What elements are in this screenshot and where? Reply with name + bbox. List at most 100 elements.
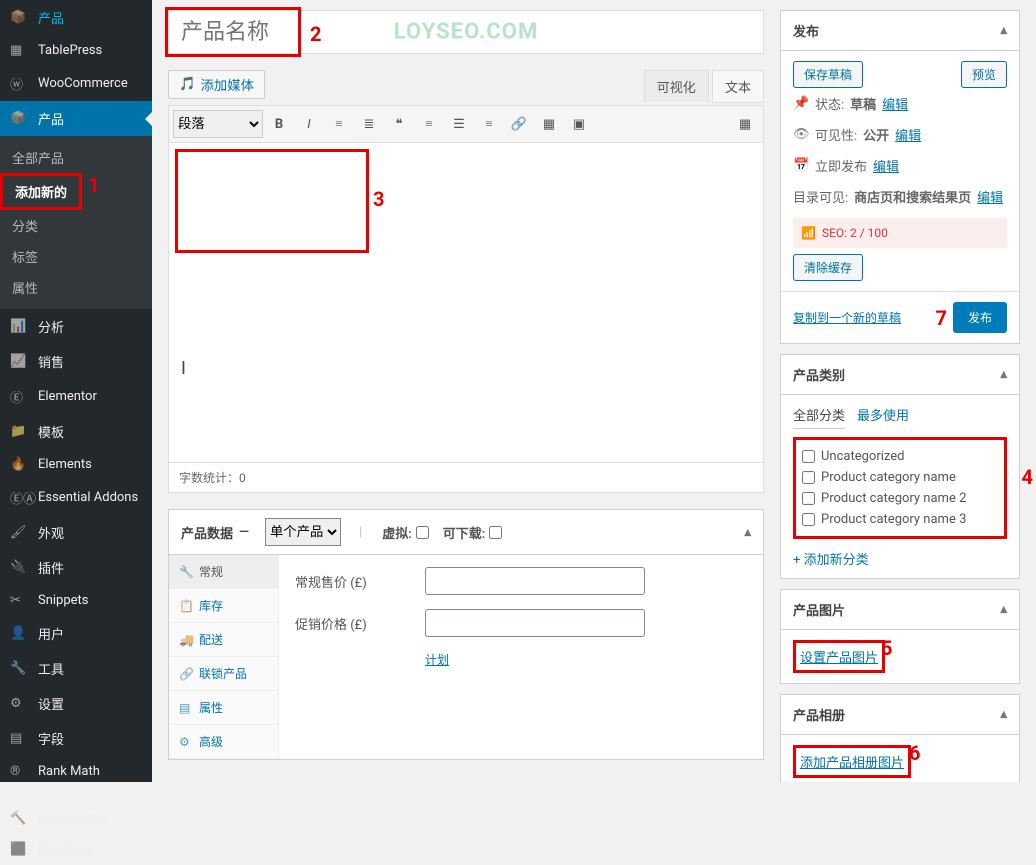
edit-catalog-link[interactable]: 编辑 <box>977 187 1003 206</box>
product-type-select[interactable]: 单个产品 <box>265 518 341 546</box>
menu-plugins[interactable]: 🔌插件 <box>0 550 152 585</box>
product-data-title: 产品数据 <box>181 523 233 542</box>
virtual-checkbox[interactable] <box>416 526 429 539</box>
regular-price-input[interactable] <box>425 567 645 595</box>
italic-button[interactable]: I <box>295 110 323 138</box>
menu-rankmath[interactable]: ®Rank Math <box>0 756 152 787</box>
clear-cache-button[interactable]: 清除缓存 <box>793 254 863 281</box>
menu-snippets[interactable]: ✂Snippets <box>0 585 152 616</box>
menu-blackhole[interactable]: ⬛Blackhole <box>0 834 152 865</box>
menu-templates[interactable]: 📁模板 <box>0 414 152 449</box>
annotation-3: 3 <box>373 187 384 211</box>
edit-visibility-link[interactable]: 编辑 <box>895 125 921 144</box>
menu-tools[interactable]: 🔧工具 <box>0 651 152 686</box>
chevron-up-icon[interactable]: ▴ <box>1000 602 1007 617</box>
more-button[interactable]: ▦ <box>535 110 563 138</box>
menu-products-top[interactable]: 📦产品 <box>0 0 152 35</box>
submenu-add-new[interactable]: 添加新的 <box>0 173 82 210</box>
format-select[interactable]: 段落 <box>173 110 263 138</box>
signal-icon: 📶 <box>801 226 816 240</box>
cat-tab-all[interactable]: 全部分类 <box>793 405 845 429</box>
annotation-1: 1 <box>88 173 99 197</box>
edit-date-link[interactable]: 编辑 <box>873 156 899 175</box>
product-image-title: 产品图片 <box>793 600 845 619</box>
tab-text[interactable]: 文本 <box>712 70 764 103</box>
bold-button[interactable]: B <box>265 110 293 138</box>
text-cursor-icon: I <box>181 358 186 379</box>
gear-icon: ⚙ <box>10 696 30 711</box>
submenu-attributes[interactable]: 属性 <box>0 272 152 303</box>
submenu-tags[interactable]: 标签 <box>0 241 152 272</box>
category-list: Uncategorized Product category name Prod… <box>793 437 1007 539</box>
menu-essential-addons[interactable]: ⒺⒶEssential Addons <box>0 480 152 515</box>
cat-tab-most[interactable]: 最多使用 <box>857 405 909 429</box>
product-gallery-widget: 产品相册▴ 添加产品相册图片 6 <box>780 694 1020 782</box>
copy-draft-link[interactable]: 复制到一个新的草稿 <box>793 309 901 326</box>
kitchen-sink-button[interactable]: ▦ <box>731 110 759 138</box>
add-category-link[interactable]: + 添加新分类 <box>793 549 869 568</box>
add-gallery-image-link[interactable]: 添加产品相册图片 <box>793 745 911 778</box>
menu-users[interactable]: 👤用户 <box>0 616 152 651</box>
fullscreen-button[interactable]: ▣ <box>565 110 593 138</box>
regular-price-label: 常规售价 (£) <box>295 572 425 591</box>
menu-analytics[interactable]: 📊分析 <box>0 309 152 344</box>
ol-button[interactable]: ≣ <box>355 110 383 138</box>
ul-button[interactable]: ≡ <box>325 110 353 138</box>
plug-icon: 🔌 <box>10 560 30 575</box>
align-left-button[interactable]: ≡ <box>415 110 443 138</box>
edit-status-link[interactable]: 编辑 <box>882 94 908 113</box>
chevron-up-icon[interactable]: ▴ <box>1000 23 1007 38</box>
fire-icon: 🔥 <box>10 457 30 472</box>
wrench-icon: 🔧 <box>179 565 193 579</box>
tab-visual[interactable]: 可视化 <box>644 70 709 103</box>
menu-tablepress[interactable]: ▦TablePress <box>0 35 152 66</box>
gallery-title: 产品相册 <box>793 705 845 724</box>
cat-item-2[interactable]: Product category name 2 <box>802 488 998 509</box>
publish-widget: 发布▴ 保存草稿 预览 📌状态: 草稿 编辑 👁可见性: 公开 编辑 📅立即发布… <box>780 10 1020 344</box>
link-button[interactable]: 🔗 <box>505 110 533 138</box>
menu-banhammer[interactable]: 🔨Banhammer <box>0 803 152 834</box>
cat-item-1[interactable]: Product category name <box>802 467 998 488</box>
pd-tab-linked[interactable]: 🔗联锁产品 <box>169 657 278 691</box>
virtual-checkbox-label[interactable]: 虚拟: <box>382 523 429 542</box>
pd-tab-attributes[interactable]: ▤属性 <box>169 691 278 725</box>
set-product-image-link[interactable]: 设置产品图片 <box>793 640 885 673</box>
menu-appearance[interactable]: 🖌外观 <box>0 515 152 550</box>
admin-sidebar: 📦产品 ▦TablePress ⓦWooCommerce 📦产品 全部产品 添加… <box>0 0 152 782</box>
categories-title: 产品类别 <box>793 365 845 384</box>
eye-icon: 👁 <box>793 127 809 142</box>
menu-woocommerce[interactable]: ⓦWooCommerce <box>0 66 152 101</box>
submenu-categories[interactable]: 分类 <box>0 210 152 241</box>
add-media-button[interactable]: 🎵添加媒体 <box>168 70 265 99</box>
pd-tab-general[interactable]: 🔧常规 <box>169 555 278 589</box>
downloadable-checkbox-label[interactable]: 可下载: <box>443 523 503 542</box>
pd-tab-shipping[interactable]: 🚚配送 <box>169 623 278 657</box>
sale-price-input[interactable] <box>425 609 645 637</box>
chevron-up-icon[interactable]: ▴ <box>1000 707 1007 722</box>
menu-products[interactable]: 📦产品 <box>0 101 152 136</box>
align-center-button[interactable]: ☰ <box>445 110 473 138</box>
menu-elements[interactable]: 🔥Elements <box>0 449 152 480</box>
align-right-button[interactable]: ≡ <box>475 110 503 138</box>
pd-tab-inventory[interactable]: 📋库存 <box>169 589 278 623</box>
save-draft-button[interactable]: 保存草稿 <box>793 61 863 88</box>
product-title-input[interactable] <box>168 10 764 54</box>
publish-button[interactable]: 发布 <box>953 302 1007 333</box>
menu-fields[interactable]: ▤字段 <box>0 721 152 756</box>
submenu-all-products[interactable]: 全部产品 <box>0 142 152 173</box>
preview-button[interactable]: 预览 <box>961 61 1007 88</box>
cat-item-3[interactable]: Product category name 3 <box>802 509 998 530</box>
folder-icon: 📁 <box>10 424 30 439</box>
editor-body[interactable]: 3 I <box>168 143 764 463</box>
downloadable-checkbox[interactable] <box>489 526 502 539</box>
menu-sales[interactable]: 📈销售 <box>0 344 152 379</box>
menu-settings[interactable]: ⚙设置 <box>0 686 152 721</box>
toggle-icon[interactable]: ▴ <box>744 525 751 540</box>
menu-elementor[interactable]: ⒺElementor <box>0 379 152 414</box>
graph-icon: 📈 <box>10 354 30 369</box>
cat-item-0[interactable]: Uncategorized <box>802 446 998 467</box>
chevron-up-icon[interactable]: ▴ <box>1000 367 1007 382</box>
quote-button[interactable]: ❝ <box>385 110 413 138</box>
schedule-link[interactable]: 计划 <box>425 653 449 667</box>
pd-tab-advanced[interactable]: ⚙高级 <box>169 725 278 759</box>
